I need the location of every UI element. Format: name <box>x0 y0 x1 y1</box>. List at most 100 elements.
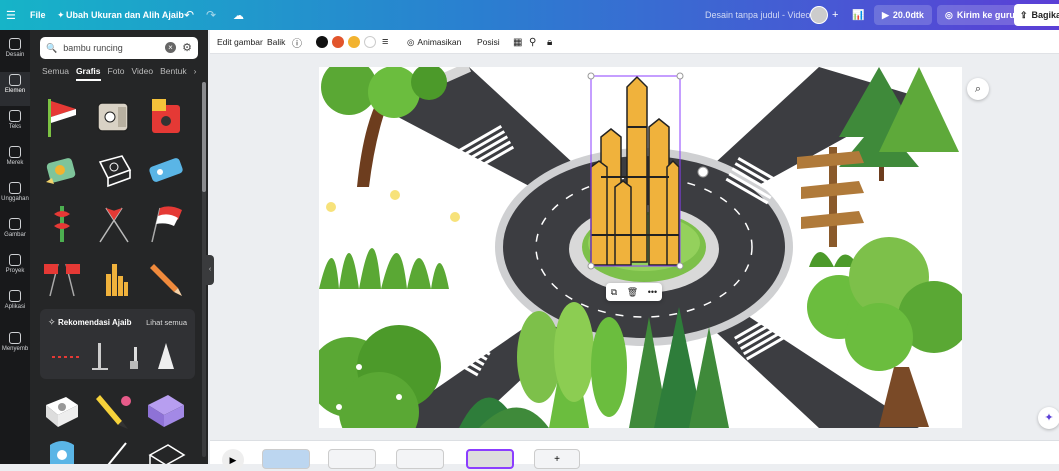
blue-sharpener-graphic[interactable] <box>40 435 84 464</box>
chevron-right-icon[interactable]: › <box>194 66 197 81</box>
rail-item-draw[interactable]: Gambar <box>0 216 30 250</box>
animate-button[interactable]: ◎ Animasikan <box>407 30 461 54</box>
analytics-icon[interactable]: 📊 <box>852 0 864 30</box>
scene-thumbnail-4[interactable] <box>466 449 514 469</box>
position-button[interactable]: Posisi <box>477 30 500 54</box>
crossed-flags-graphic[interactable] <box>92 202 136 246</box>
undo-icon[interactable]: ↶ <box>184 0 194 30</box>
rail-item-brand[interactable]: Merek <box>0 144 30 178</box>
line-weight-icon[interactable]: ≡ <box>382 30 388 54</box>
scene-thumbnail-1[interactable] <box>262 449 310 469</box>
rail-item-hide[interactable]: Menyemb <box>0 330 30 364</box>
add-user-icon[interactable]: + <box>832 0 838 30</box>
share-button[interactable]: ⇪ Bagikan <box>1014 4 1059 26</box>
check-circle-icon: ◎ <box>945 9 953 20</box>
info-icon[interactable]: ⓘ <box>292 30 302 54</box>
timeline: ▶ + <box>210 440 1059 471</box>
brand-icon <box>9 146 21 158</box>
play-icon[interactable]: ▶ <box>222 449 244 471</box>
collapse-panel-button[interactable]: ‹ <box>206 255 214 285</box>
rail-item-projects[interactable]: Proyek <box>0 252 30 286</box>
redo-icon[interactable]: ↷ <box>206 0 216 30</box>
rail-item-text[interactable]: Teks <box>0 108 30 142</box>
sharpener-yellow-graphic[interactable] <box>40 148 84 192</box>
transparency-icon[interactable]: ▦ <box>513 30 522 54</box>
comment-icon[interactable]: ⌕ <box>967 78 989 100</box>
apps-icon <box>9 290 21 302</box>
bamboo-monument-graphic[interactable] <box>92 256 136 300</box>
panel-tabs: Semua Grafis Foto Video Bentuk › <box>42 66 196 81</box>
filter-icon[interactable]: ⚙ <box>182 41 192 54</box>
outline-sharpener-graphic[interactable] <box>144 435 188 464</box>
trash-icon[interactable]: 🗑︎ <box>627 287 638 298</box>
avatar[interactable] <box>810 0 828 30</box>
duration-label: 20.0dtk <box>892 10 924 20</box>
color-swatch-white[interactable] <box>364 36 376 48</box>
purple-sharpener-graphic[interactable] <box>144 387 188 431</box>
color-swatch-orange[interactable] <box>332 36 344 48</box>
edit-image-button[interactable]: Edit gambar <box>217 30 263 54</box>
hide-icon <box>9 332 21 344</box>
sharpener-white-graphic[interactable] <box>40 387 84 431</box>
more-options-icon[interactable]: ••• <box>648 287 657 297</box>
magic-recommendations: ✧ Rekomendasi Ajaib Lihat semua <box>40 309 195 379</box>
tab-graphics[interactable]: Grafis <box>75 66 101 81</box>
rail-label: Menyemb <box>1 346 29 352</box>
rail-item-apps[interactable]: Aplikasi <box>0 288 30 322</box>
context-toolbar: Edit gambar Balik ⓘ ≡ ◎ Animasikan Posis… <box>210 30 1059 54</box>
see-all-link[interactable]: Lihat semua <box>146 318 187 327</box>
design-canvas[interactable] <box>319 67 962 428</box>
search-input[interactable]: 🔍 bambu runcing × ⚙ <box>40 37 198 59</box>
send-to-teacher-button[interactable]: ◎ Kirim ke guru <box>937 5 1023 25</box>
top-bar: ☰ File ✦ Ubah Ukuran dan Alih Ajaib ↶ ↷ … <box>0 0 1059 30</box>
animate-label: Animasikan <box>417 37 462 47</box>
yellow-pencil-graphic[interactable] <box>92 387 136 431</box>
bamboo-flags-graphic[interactable] <box>40 202 84 246</box>
resize-icon: ✦ <box>57 9 65 20</box>
bamboo-runcing-monument[interactable] <box>590 75 680 266</box>
recommendation-thumbnails[interactable] <box>48 337 188 375</box>
sharpener-box-graphic[interactable] <box>144 95 188 139</box>
pencil-sharpener-graphic[interactable] <box>92 95 136 139</box>
waving-flag-graphic[interactable] <box>144 202 188 246</box>
folder-icon <box>9 254 21 266</box>
scrollbar-thumb[interactable] <box>202 82 206 192</box>
document-title[interactable]: Desain tanpa judul - Video <box>705 0 810 30</box>
tab-shapes[interactable]: Bentuk <box>160 66 186 81</box>
add-scene-button[interactable]: + <box>534 449 580 469</box>
tab-videos[interactable]: Video <box>132 66 154 81</box>
scene-thumbnail-3[interactable] <box>396 449 444 469</box>
color-swatch-black[interactable] <box>316 36 328 48</box>
resize-button[interactable]: Ubah Ukuran dan Alih Ajaib <box>66 0 184 30</box>
play-preview-button[interactable]: ▶ 20.0dtk <box>874 5 932 25</box>
flag-indonesia-graphic[interactable] <box>40 95 84 139</box>
rail-item-uploads[interactable]: Unggahan <box>0 180 30 214</box>
rail-item-elements[interactable]: Elemen <box>0 72 30 106</box>
rail-label: Teks <box>8 124 22 130</box>
upload-icon <box>9 182 21 194</box>
play-icon: ▶ <box>882 9 889 20</box>
clear-search-icon[interactable]: × <box>165 42 176 53</box>
duplicate-icon[interactable]: ⧉ <box>611 287 617 298</box>
tab-photos[interactable]: Foto <box>108 66 125 81</box>
tab-all[interactable]: Semua <box>42 66 69 81</box>
style-copy-icon[interactable]: ⚲ <box>529 30 536 54</box>
rail-item-design[interactable]: Desain <box>0 36 30 70</box>
recommendations-title: Rekomendasi Ajaib <box>58 318 132 327</box>
text-icon <box>9 110 21 122</box>
elements-panel: 🔍 bambu runcing × ⚙ Semua Grafis Foto Vi… <box>30 30 208 464</box>
scene-thumbnail-2[interactable] <box>328 449 376 469</box>
magic-assistant-icon[interactable]: ✦ <box>1038 407 1059 429</box>
pen-graphic[interactable] <box>92 435 136 464</box>
sharpener-black-graphic[interactable] <box>92 148 136 192</box>
two-flags-graphic[interactable] <box>40 256 84 300</box>
sharpener-blue-graphic[interactable] <box>144 148 188 192</box>
pencil-graphic[interactable] <box>144 256 188 300</box>
rail-label: Desain <box>5 52 25 58</box>
color-swatch-yellow[interactable] <box>348 36 360 48</box>
file-menu[interactable]: File <box>30 0 46 30</box>
lock-icon[interactable]: 🔒︎ <box>547 30 552 54</box>
cloud-save-icon: ☁ <box>233 9 244 22</box>
hamburger-icon[interactable]: ☰ <box>6 0 16 30</box>
flip-button[interactable]: Balik <box>267 30 285 54</box>
